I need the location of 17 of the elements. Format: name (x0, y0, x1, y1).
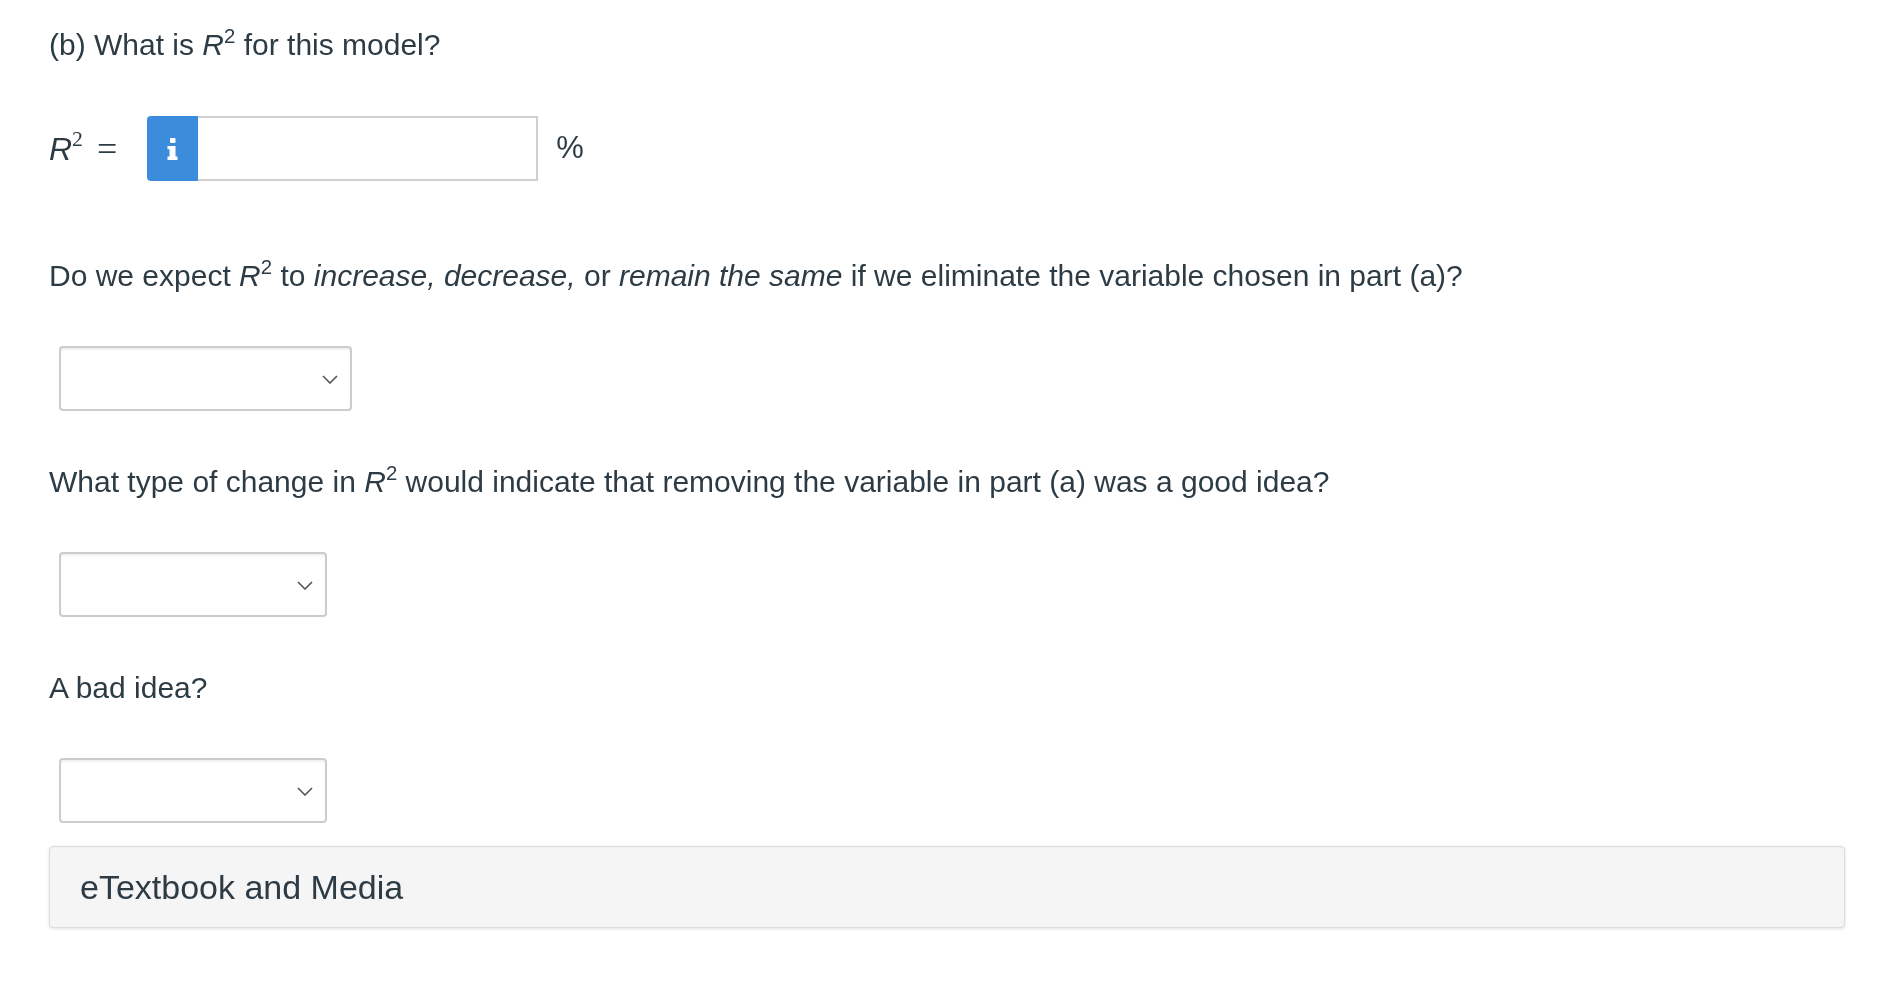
question-text: A bad idea? (49, 670, 209, 706)
question-text: Do we expect R$^{2}$ to increase, decrease, or remain the same if we eliminate the variable chosen in part (a)? (49, 257, 1464, 294)
equals-sign: = (97, 130, 118, 167)
dropdown-field[interactable] (59, 346, 352, 411)
question-text: What type of change in R$^{2}$ would indicate that removing the variable in part (a) was a good idea? (49, 463, 1331, 500)
chevron-down-icon (297, 580, 313, 590)
variable-label: R$^{2}$ (49, 132, 83, 165)
chevron-down-icon (322, 374, 338, 384)
dropdown-field[interactable] (59, 758, 327, 823)
section-header[interactable]: eTextbook and Media (49, 846, 1845, 928)
chevron-down-icon (297, 786, 313, 796)
info-icon (167, 137, 179, 160)
unit-label: % (556, 129, 584, 168)
answer-field[interactable] (198, 116, 539, 181)
dropdown-field[interactable] (59, 552, 327, 617)
question-text: (b) What is R$^{2}$ for this model? (49, 26, 442, 63)
info-button[interactable] (147, 116, 199, 181)
